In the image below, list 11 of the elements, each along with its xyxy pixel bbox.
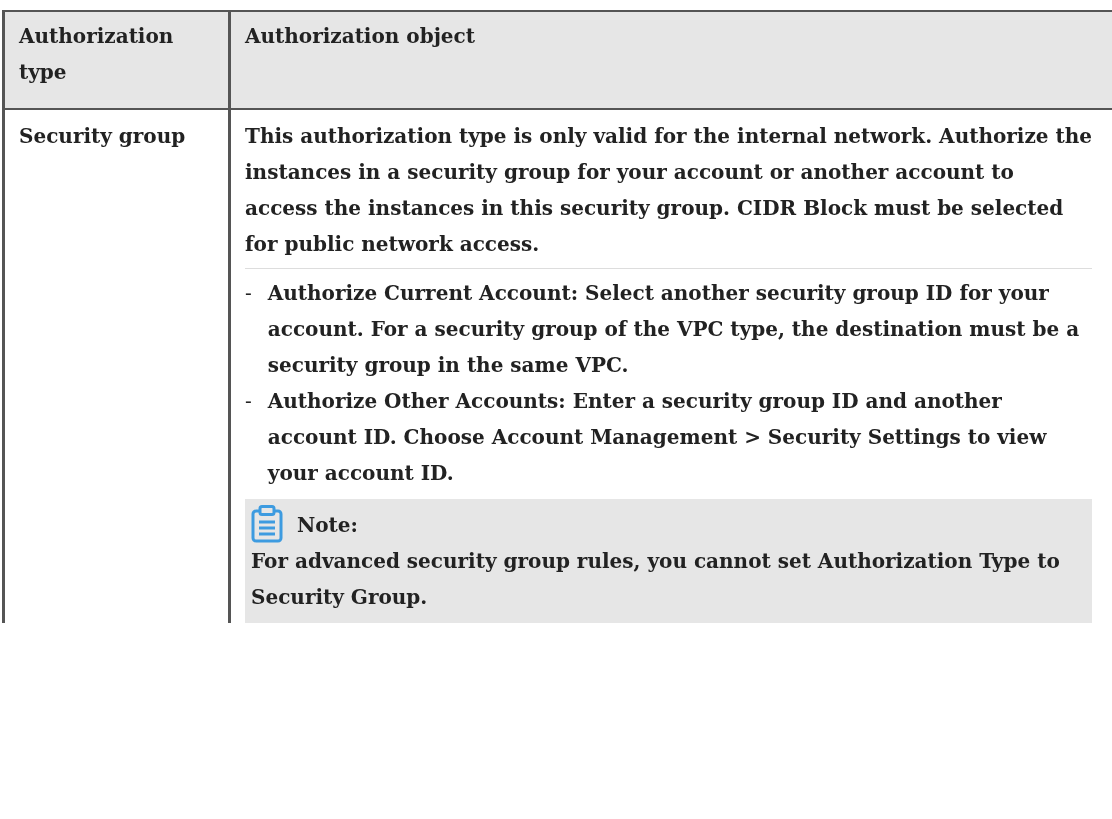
notepad-icon — [251, 505, 283, 543]
column-header: Authorization type — [5, 12, 231, 110]
bullet-marker: - — [245, 388, 252, 415]
description-text: This authorization type is only valid for the internal network. Authorize the instances in a security group for your account or another account to access the instances in this security group. CIDR Block must be selected for public network access. — [245, 123, 1092, 258]
column-header: Authorization object — [231, 12, 1112, 110]
bullet-text: Authorize Other Accounts: Enter a security group ID and another account ID. Choose Account Management > Security Settings to view your account ID. — [267, 388, 1048, 487]
table-cell: Security group — [5, 110, 231, 623]
bullet-text: Authorize Current Account: Select another security group ID for your account. For a security group of the VPC type, the destination must be a security group in the same VPC. — [267, 280, 1081, 379]
note-title: Note: — [297, 512, 358, 539]
note-text: For advanced security group rules, you cannot set Authorization Type to Security Group. — [251, 548, 1061, 611]
bullet-marker: - — [245, 280, 252, 307]
